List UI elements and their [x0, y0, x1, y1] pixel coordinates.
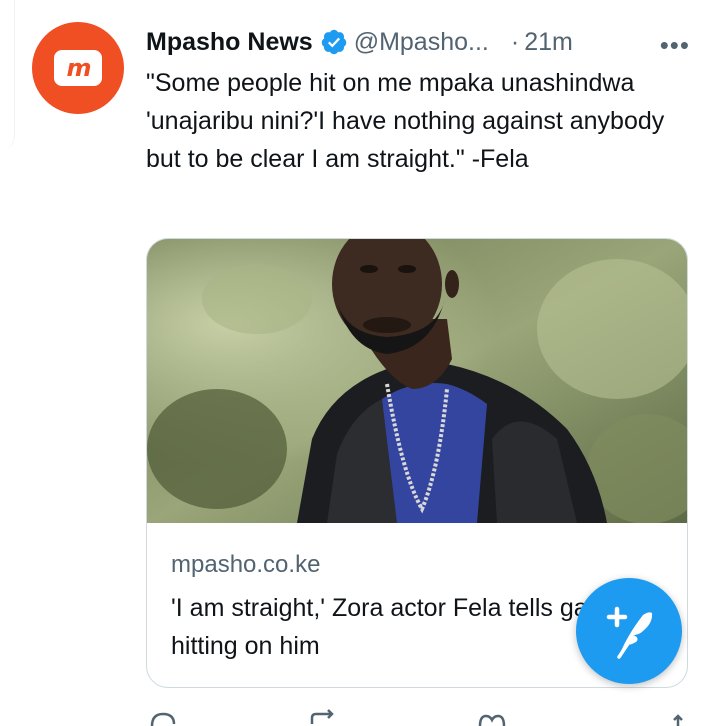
- like-icon[interactable]: [476, 706, 508, 726]
- man-in-leather-jacket-photo: [147, 239, 687, 523]
- avatar[interactable]: m: [32, 22, 124, 114]
- timestamp[interactable]: 21m: [524, 28, 573, 57]
- mpasho-logo: m: [54, 50, 102, 86]
- reply-icon[interactable]: [148, 706, 178, 726]
- separator-dot: ·: [510, 27, 520, 56]
- share-icon[interactable]: [670, 706, 686, 726]
- tweet-actions: [146, 706, 686, 726]
- compose-tweet-button[interactable]: [576, 578, 682, 684]
- tweet-text: "Some people hit on me mpaka unashindwa …: [146, 69, 665, 173]
- more-options-icon[interactable]: •••: [660, 30, 690, 61]
- author-name[interactable]: Mpasho News: [146, 28, 313, 57]
- author-handle[interactable]: @Mpasho...: [354, 28, 489, 57]
- link-domain: mpasho.co.ke: [171, 551, 321, 578]
- tweet-header: Mpasho News @Mpasho... · 21m •••: [146, 26, 694, 61]
- verified-badge-icon: [321, 29, 346, 55]
- previous-panel-edge: [0, 0, 15, 150]
- retweet-icon[interactable]: [308, 706, 340, 726]
- logo-letter: m: [66, 54, 91, 82]
- compose-tweet-icon: [606, 606, 653, 659]
